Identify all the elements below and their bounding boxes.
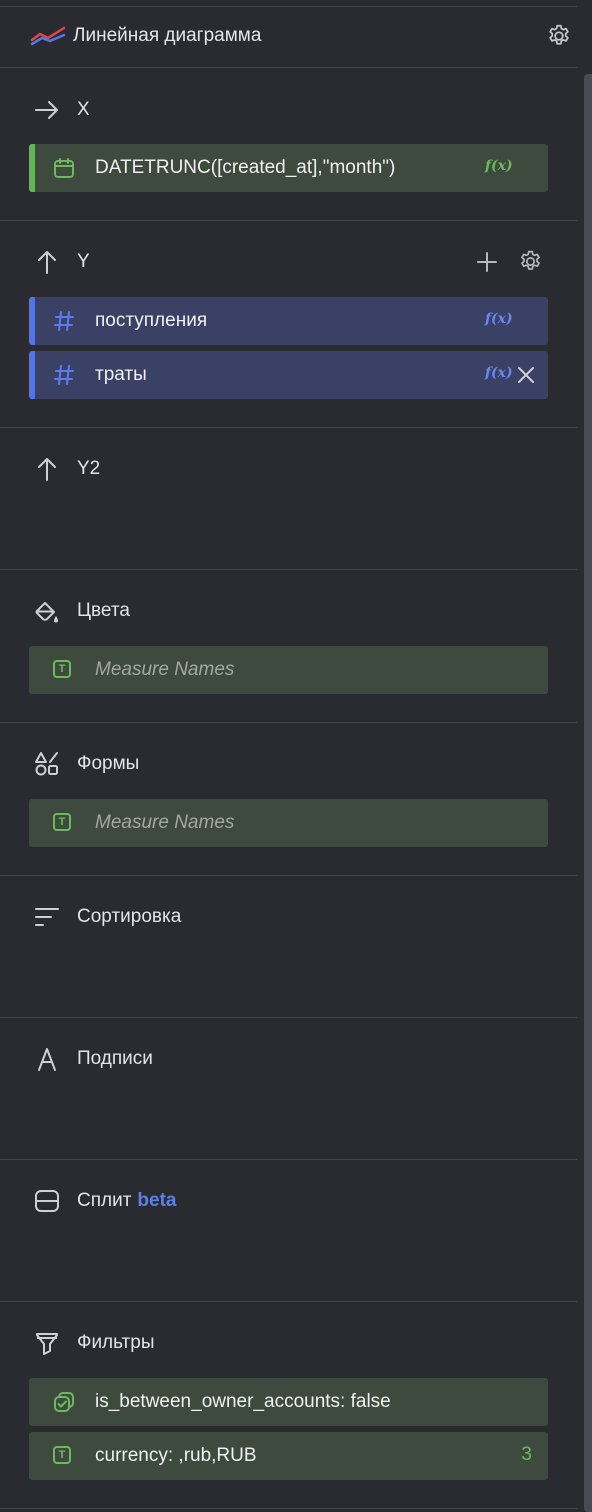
formula-icon[interactable]: f(x) xyxy=(485,158,513,174)
filter-chip[interactable]: T currency: ,rub,RUB 3 xyxy=(29,1432,548,1480)
divider xyxy=(0,427,577,428)
text-type-icon: T xyxy=(53,660,71,678)
section-title-shapes: Формы xyxy=(77,753,140,774)
y-field-chip[interactable]: траты f(x) xyxy=(29,351,548,399)
chip-label: траты xyxy=(95,364,147,385)
add-icon[interactable] xyxy=(476,251,498,273)
divider xyxy=(0,220,577,221)
gear-icon[interactable] xyxy=(518,249,543,274)
text-type-icon: T xyxy=(53,1446,71,1464)
gear-icon[interactable] xyxy=(546,23,572,49)
visualization-title[interactable]: Линейная диаграмма xyxy=(73,24,261,48)
divider xyxy=(0,1017,577,1018)
hash-icon xyxy=(54,311,74,331)
calendar-icon xyxy=(54,158,74,178)
split-label: Сплит xyxy=(77,1190,132,1211)
section-title-y: Y xyxy=(77,251,90,272)
divider xyxy=(0,569,577,570)
filter-count-badge: 3 xyxy=(521,1444,532,1465)
formula-icon[interactable]: f(x) xyxy=(485,311,513,327)
split-icon xyxy=(35,1190,59,1212)
scrollbar-thumb[interactable] xyxy=(584,74,592,1512)
section-title-colors: Цвета xyxy=(77,600,130,621)
shape-field-chip[interactable]: T Measure Names xyxy=(29,799,548,847)
filter-icon xyxy=(36,1333,58,1355)
close-icon[interactable] xyxy=(514,363,538,387)
divider xyxy=(0,1301,577,1302)
section-title-sort: Сортировка xyxy=(77,906,182,927)
filter-chip[interactable]: is_between_owner_accounts: false xyxy=(29,1378,548,1426)
line-chart-icon xyxy=(30,26,66,46)
section-title-split: Сплит beta xyxy=(77,1189,177,1213)
shapes-icon xyxy=(35,752,58,776)
section-title-x: X xyxy=(77,99,90,120)
arrow-right-icon xyxy=(35,101,58,119)
chip-label: Measure Names xyxy=(95,659,235,680)
chip-label: DATETRUNC([created_at],"month") xyxy=(95,157,396,178)
arrow-up-icon xyxy=(38,251,56,274)
divider xyxy=(0,1508,577,1509)
divider xyxy=(0,875,577,876)
color-field-chip[interactable]: T Measure Names xyxy=(29,646,548,694)
text-type-icon: T xyxy=(53,813,71,831)
chip-label: Measure Names xyxy=(95,812,235,833)
chip-label: поступления xyxy=(95,310,208,331)
section-title-filters: Фильтры xyxy=(77,1332,155,1353)
section-title-labels: Подписи xyxy=(77,1048,153,1069)
letter-a-icon xyxy=(38,1048,56,1071)
divider xyxy=(0,1159,577,1160)
sort-icon xyxy=(35,908,59,926)
beta-badge: beta xyxy=(137,1190,177,1211)
paint-bucket-icon xyxy=(35,602,58,623)
formula-icon[interactable]: f(x) xyxy=(485,365,513,381)
divider xyxy=(0,722,577,723)
x-field-chip[interactable]: DATETRUNC([created_at],"month") f(x) xyxy=(29,144,548,192)
divider xyxy=(0,67,577,68)
chip-label: currency: ,rub,RUB xyxy=(95,1445,257,1466)
section-title-y2: Y2 xyxy=(77,458,101,479)
wizard-panel: Линейная диаграмма X DATETRUNC([created_… xyxy=(0,0,577,1512)
hash-icon xyxy=(54,365,74,385)
chip-label: is_between_owner_accounts: false xyxy=(95,1391,391,1412)
y-field-chip[interactable]: поступления f(x) xyxy=(29,297,548,345)
boolean-icon xyxy=(54,1392,74,1412)
arrow-up-icon xyxy=(38,458,56,481)
